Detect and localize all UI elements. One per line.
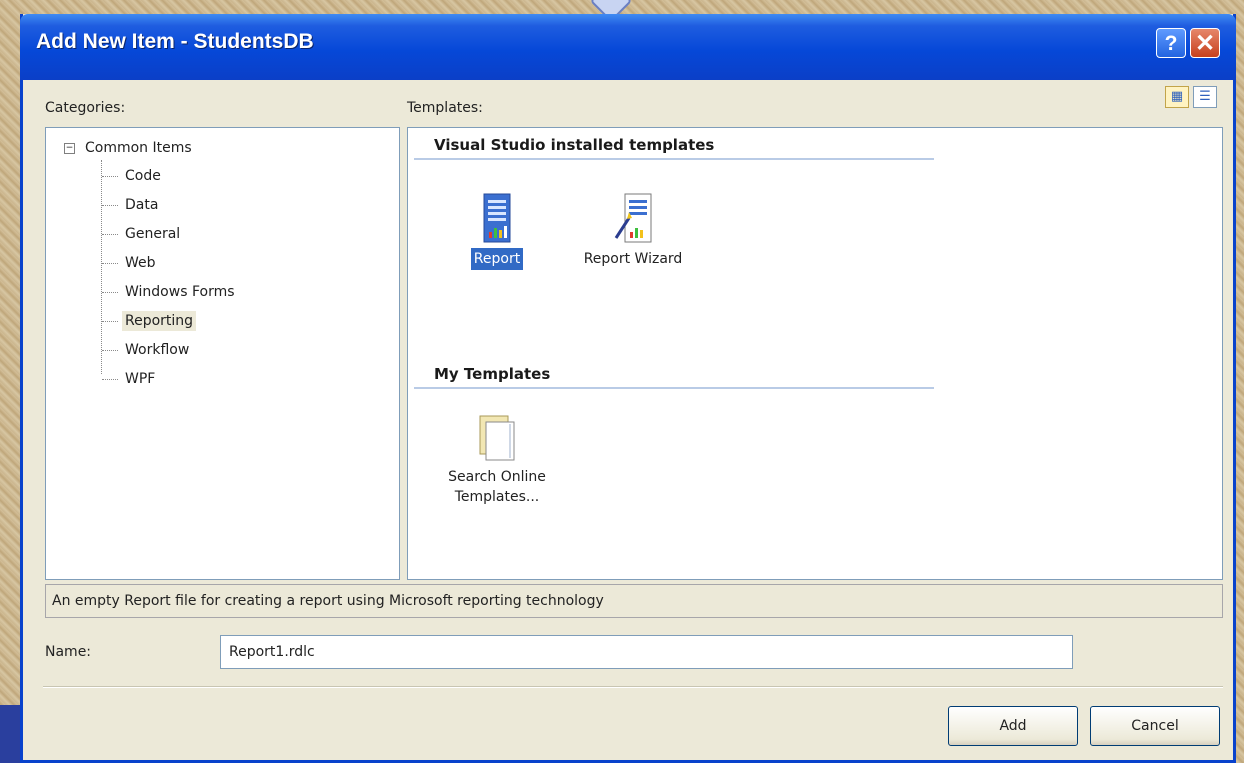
template-search-online-label-2: Templates... bbox=[454, 489, 540, 505]
dialog-title: Add New Item - StudentsDB bbox=[36, 30, 314, 53]
tree-node-label: Common Items bbox=[85, 140, 192, 156]
template-search-online[interactable]: Search Online Templates... bbox=[432, 414, 562, 508]
collapse-icon[interactable]: − bbox=[64, 142, 75, 154]
tree-node-common-items[interactable]: − Common Items bbox=[64, 140, 192, 156]
category-windows-forms[interactable]: Windows Forms bbox=[102, 280, 238, 304]
button-separator bbox=[43, 686, 1223, 688]
name-input[interactable] bbox=[220, 635, 1073, 669]
cancel-button[interactable]: Cancel bbox=[1090, 706, 1220, 746]
templates-label: Templates: bbox=[407, 100, 483, 116]
report-wizard-icon bbox=[614, 193, 652, 243]
template-report-wizard-label: Report Wizard bbox=[583, 251, 683, 267]
category-web[interactable]: Web bbox=[102, 251, 159, 275]
category-data[interactable]: Data bbox=[102, 193, 161, 217]
category-general[interactable]: General bbox=[102, 222, 183, 246]
template-search-online-label-1: Search Online bbox=[448, 469, 546, 485]
templates-list[interactable]: Visual Studio installed templates Report bbox=[407, 127, 1223, 580]
dialog-titlebar[interactable]: Add New Item - StudentsDB ? ✕ bbox=[20, 14, 1236, 80]
search-online-templates-icon bbox=[479, 415, 515, 461]
template-description: An empty Report file for creating a repo… bbox=[45, 584, 1223, 618]
template-report-label: Report bbox=[470, 248, 524, 270]
report-icon bbox=[483, 193, 511, 243]
add-new-item-dialog: Add New Item - StudentsDB ? ✕ Categories… bbox=[20, 14, 1236, 763]
my-templates-header: My Templates bbox=[414, 361, 934, 389]
template-report[interactable]: Report bbox=[462, 192, 532, 270]
large-icons-view-button[interactable]: ▦ bbox=[1165, 86, 1189, 108]
category-reporting[interactable]: Reporting bbox=[102, 309, 197, 333]
categories-label: Categories: bbox=[45, 100, 126, 116]
installed-templates-header: Visual Studio installed templates bbox=[414, 132, 934, 160]
add-button[interactable]: Add bbox=[948, 706, 1078, 746]
categories-tree[interactable]: − Common Items Code Data General Web Wind… bbox=[45, 127, 400, 580]
template-report-wizard[interactable]: Report Wizard bbox=[568, 192, 698, 270]
close-button[interactable]: ✕ bbox=[1190, 28, 1220, 58]
small-icons-view-button[interactable]: ☰ bbox=[1193, 86, 1217, 108]
large-icons-icon: ▦ bbox=[1170, 89, 1184, 104]
category-wpf[interactable]: WPF bbox=[102, 367, 158, 391]
category-code[interactable]: Code bbox=[102, 164, 164, 188]
name-label: Name: bbox=[45, 644, 92, 660]
small-icons-icon: ☰ bbox=[1199, 89, 1211, 104]
category-workflow[interactable]: Workflow bbox=[102, 338, 192, 362]
help-button[interactable]: ? bbox=[1156, 28, 1186, 58]
